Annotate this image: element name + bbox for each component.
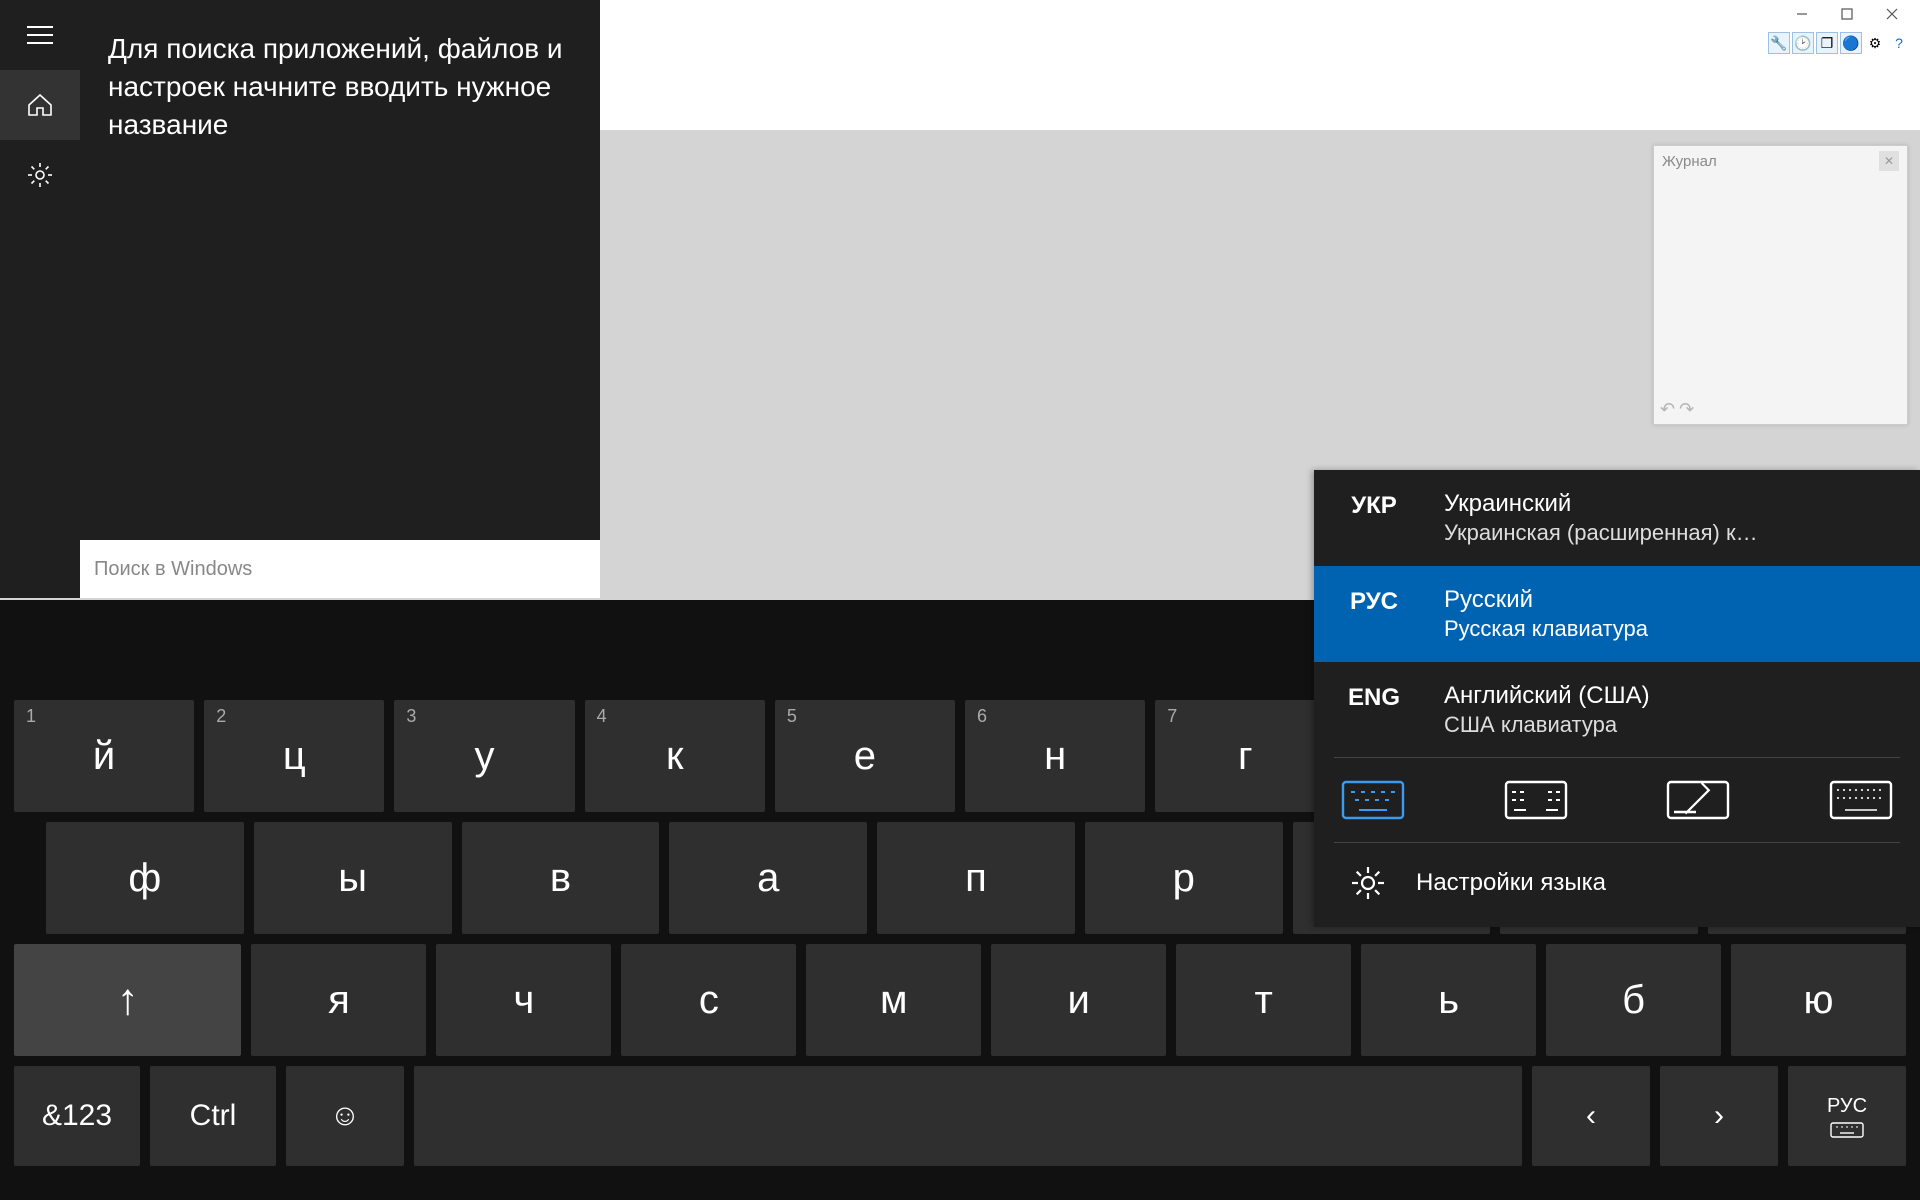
key-ч[interactable]: ч — [436, 944, 611, 1056]
layout-split-icon[interactable] — [1501, 778, 1571, 822]
key-н[interactable]: 6н — [965, 700, 1145, 812]
language-name: Русский — [1444, 584, 1890, 615]
language-option-укр[interactable]: УКР УкраинскийУкраинская (расширенная) к… — [1314, 470, 1920, 566]
search-input-wrap[interactable] — [80, 540, 600, 598]
language-key-label: РУС — [1827, 1095, 1867, 1118]
key-к[interactable]: 4к — [585, 700, 765, 812]
key-р[interactable]: р — [1085, 822, 1283, 934]
key-ы[interactable]: ы — [254, 822, 452, 934]
language-code: ENG — [1334, 680, 1414, 712]
history-panel: Журнал ✕ ↶ ↷ — [1653, 145, 1908, 425]
search-sidebar — [0, 0, 80, 540]
clock-icon[interactable]: 🕑 — [1792, 32, 1814, 54]
color-icon[interactable]: 🔵 — [1840, 32, 1862, 54]
search-input[interactable] — [94, 558, 586, 581]
history-title: Журнал — [1662, 153, 1717, 170]
help-icon[interactable]: ? — [1888, 32, 1910, 54]
key-в[interactable]: в — [462, 822, 660, 934]
key-м[interactable]: м — [806, 944, 981, 1056]
key-а[interactable]: а — [669, 822, 867, 934]
window-icon[interactable]: ❐ — [1816, 32, 1838, 54]
key-ц[interactable]: 2ц — [204, 700, 384, 812]
history-redo-icon[interactable]: ↷ — [1679, 399, 1694, 420]
history-nav: ↶ ↷ — [1660, 399, 1694, 420]
left-arrow-key[interactable]: ‹ — [1532, 1066, 1650, 1166]
language-code: РУС — [1334, 584, 1414, 616]
hamburger-button[interactable] — [0, 0, 80, 70]
language-code: УКР — [1334, 488, 1414, 520]
key-я[interactable]: я — [251, 944, 426, 1056]
language-settings-label: Настройки языка — [1416, 869, 1606, 897]
language-sub: Украинская (расширенная) к… — [1444, 519, 1890, 548]
home-button[interactable] — [0, 70, 80, 140]
gear-icon — [1350, 865, 1386, 901]
search-hint: Для поиска приложений, файлов и настроек… — [108, 30, 572, 143]
close-button[interactable] — [1869, 0, 1914, 28]
language-option-eng[interactable]: ENG Английский (США)США клавиатура — [1314, 662, 1920, 758]
language-name: Украинский — [1444, 488, 1890, 519]
language-sub: Русская клавиатура — [1444, 615, 1890, 644]
key-п[interactable]: п — [877, 822, 1075, 934]
layout-full-icon[interactable] — [1826, 778, 1896, 822]
key-у[interactable]: 3у — [394, 700, 574, 812]
key-с[interactable]: с — [621, 944, 796, 1056]
history-close-button[interactable]: ✕ — [1879, 151, 1899, 171]
key-б[interactable]: б — [1546, 944, 1721, 1056]
language-name: Английский (США) — [1444, 680, 1890, 711]
app-toolbar: 🔧 🕑 ❐ 🔵 ⚙ ? — [1768, 32, 1910, 54]
language-key[interactable]: РУС — [1788, 1066, 1906, 1166]
space-key[interactable] — [414, 1066, 1522, 1166]
key-ф[interactable]: ф — [46, 822, 244, 934]
settings-button[interactable] — [0, 140, 80, 210]
key-е[interactable]: 5е — [775, 700, 955, 812]
layout-handwriting-icon[interactable] — [1663, 778, 1733, 822]
keyboard-layout-row — [1314, 758, 1920, 842]
key-г[interactable]: 7г — [1155, 700, 1335, 812]
key-и[interactable]: и — [991, 944, 1166, 1056]
maximize-button[interactable] — [1824, 0, 1869, 28]
shift-key[interactable]: ↑ — [14, 944, 241, 1056]
layout-standard-icon[interactable] — [1338, 778, 1408, 822]
keyboard-icon — [1830, 1122, 1864, 1138]
search-panel: Для поиска приложений, файлов и настроек… — [0, 0, 600, 598]
emoji-key[interactable]: ☺ — [286, 1066, 404, 1166]
right-arrow-key[interactable]: › — [1660, 1066, 1778, 1166]
window-controls — [1773, 0, 1920, 28]
language-option-рус[interactable]: РУС РусскийРусская клавиатура — [1314, 566, 1920, 662]
language-settings-row[interactable]: Настройки языка — [1314, 843, 1920, 927]
history-undo-icon[interactable]: ↶ — [1660, 399, 1675, 420]
language-sub: США клавиатура — [1444, 711, 1890, 740]
key-ю[interactable]: ю — [1731, 944, 1906, 1056]
ctrl-key[interactable]: Ctrl — [150, 1066, 276, 1166]
gear-icon[interactable]: ⚙ — [1864, 32, 1886, 54]
symbols-key[interactable]: &123 — [14, 1066, 140, 1166]
key-т[interactable]: т — [1176, 944, 1351, 1056]
key-й[interactable]: 1й — [14, 700, 194, 812]
tool-icon-1[interactable]: 🔧 — [1768, 32, 1790, 54]
key-ь[interactable]: ь — [1361, 944, 1536, 1056]
language-popup: УКР УкраинскийУкраинская (расширенная) к…… — [1314, 470, 1920, 927]
minimize-button[interactable] — [1779, 0, 1824, 28]
